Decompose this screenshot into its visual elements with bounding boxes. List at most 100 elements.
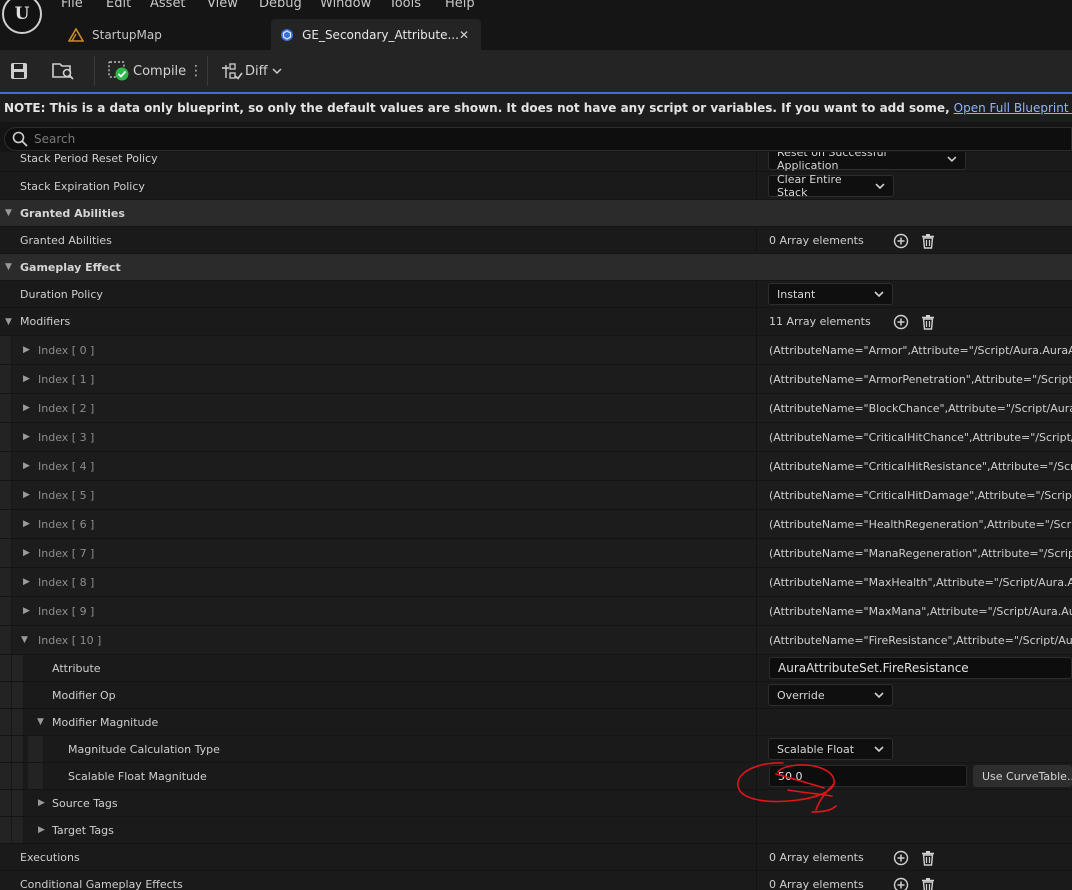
index-label: Index [ 1 ] — [38, 372, 95, 386]
search-input[interactable] — [34, 132, 934, 146]
modifier-index-row[interactable]: ▶ Index [ 4 ] (AttributeName="CriticalHi… — [0, 452, 1072, 481]
chevron-down-icon — [272, 68, 282, 75]
stack-expiration-dropdown[interactable]: Clear Entire Stack — [768, 173, 894, 199]
title-bar: U File Edit Asset View Debug Window Tool… — [0, 0, 1072, 50]
level-icon — [68, 27, 84, 43]
category-granted-abilities[interactable]: ▼ Granted Abilities — [0, 200, 1072, 227]
collapsed-arrow-icon[interactable]: ▶ — [23, 452, 30, 480]
close-icon[interactable]: ✕ — [459, 28, 469, 42]
magnitude-calculation-type-row: Magnitude Calculation Type Scalable Floa… — [0, 736, 1072, 763]
chevron-down-icon — [947, 156, 957, 163]
stack-period-reset-dropdown[interactable]: Reset on Successful Application — [768, 152, 966, 172]
add-element-icon[interactable] — [893, 233, 909, 249]
add-element-icon[interactable] — [893, 850, 909, 866]
target-tags-row: ▶ Target Tags — [0, 817, 1072, 844]
unreal-logo-icon[interactable]: U — [2, 0, 42, 34]
dropdown-value: Reset on Successful Application — [777, 152, 887, 172]
menu-tools[interactable]: Tools — [389, 0, 421, 11]
tab-startup-map[interactable]: StartupMap — [60, 19, 270, 50]
trash-icon[interactable] — [920, 877, 936, 890]
collapsed-arrow-icon[interactable]: ▶ — [23, 423, 30, 451]
index-label: Index [ 9 ] — [38, 604, 95, 618]
property-label: Stack Period Reset Policy — [20, 152, 158, 165]
trash-icon[interactable] — [920, 233, 936, 249]
attribute-row: Attribute AuraAttributeSet.FireResistanc… — [0, 655, 1072, 682]
compile-button[interactable]: Compile — [108, 58, 186, 84]
magnitude-calculation-dropdown[interactable]: Scalable Float — [768, 738, 893, 760]
tab-ge-secondary-attributes[interactable]: GE_Secondary_Attribute... ✕ — [271, 19, 481, 50]
modifier-index-row[interactable]: ▶ Index [ 5 ] (AttributeName="CriticalHi… — [0, 481, 1072, 510]
modifier-index-row[interactable]: ▶ Index [ 2 ] (AttributeName="BlockChanc… — [0, 394, 1072, 423]
modifier-index-row[interactable]: ▶ Index [ 9 ] (AttributeName="MaxMana",A… — [0, 597, 1072, 626]
save-button[interactable] — [10, 58, 28, 84]
index-value: (AttributeName="BlockChance",Attribute="… — [769, 401, 1072, 415]
collapsed-arrow-icon[interactable]: ▶ — [38, 790, 45, 816]
trash-icon[interactable] — [920, 314, 936, 330]
collapsed-arrow-icon[interactable]: ▶ — [23, 510, 30, 538]
modifier-index-row[interactable]: ▶ Index [ 6 ] (AttributeName="HealthRege… — [0, 510, 1072, 539]
trash-icon[interactable] — [920, 850, 936, 866]
compile-icon — [108, 61, 129, 81]
index-label: Index [ 6 ] — [38, 517, 95, 531]
collapsed-arrow-icon[interactable]: ▶ — [23, 597, 30, 625]
collapsed-arrow-icon[interactable]: ▶ — [38, 817, 45, 843]
menu-view[interactable]: View — [207, 0, 238, 11]
modifier-magnitude-row: ▼ Modifier Magnitude — [0, 709, 1072, 736]
modifiers-row: ▼ Modifiers 11 Array elements — [0, 308, 1072, 336]
modifier-op-dropdown[interactable]: Override — [768, 684, 893, 706]
duration-policy-dropdown[interactable]: Instant — [768, 283, 893, 305]
modifier-index-row[interactable]: ▶ Index [ 7 ] (AttributeName="ManaRegene… — [0, 539, 1072, 568]
scalable-float-input[interactable]: 50.0 — [769, 765, 967, 787]
diff-button[interactable]: Diff — [220, 58, 282, 84]
modifier-index-row[interactable]: ▶ Index [ 0 ] (AttributeName="Armor",Att… — [0, 336, 1072, 365]
menu-edit[interactable]: Edit — [106, 0, 131, 11]
menu-window[interactable]: Window — [320, 0, 371, 11]
blueprint-icon — [279, 27, 294, 43]
use-curve-table-button[interactable]: Use CurveTable... — [973, 765, 1072, 787]
index-label: Index [ 4 ] — [38, 459, 95, 473]
index-label: Index [ 3 ] — [38, 430, 95, 444]
menu-help[interactable]: Help — [445, 0, 475, 11]
dropdown-value: Instant — [777, 287, 816, 301]
add-element-icon[interactable] — [893, 877, 909, 890]
property-label: Stack Expiration Policy — [20, 179, 145, 193]
modifier-index-row[interactable]: ▼ Index [ 10 ] (AttributeName="FireResis… — [0, 626, 1072, 655]
collapsed-arrow-icon[interactable]: ▶ — [23, 481, 30, 509]
collapsed-arrow-icon[interactable]: ▶ — [23, 365, 30, 393]
index-value: (AttributeName="CriticalHitChance",Attri… — [769, 430, 1072, 444]
expanded-arrow-icon[interactable]: ▼ — [5, 308, 12, 335]
modifier-op-row: Modifier Op Override — [0, 682, 1072, 709]
modifier-index-row[interactable]: ▶ Index [ 1 ] (AttributeName="ArmorPenet… — [0, 365, 1072, 394]
collapsed-arrow-icon[interactable]: ▶ — [23, 568, 30, 596]
toolbar: Compile ⋮ Diff — [0, 50, 1072, 92]
index-value: (AttributeName="MaxHealth",Attribute="/S… — [769, 575, 1072, 589]
browse-button[interactable] — [52, 58, 76, 84]
collapsed-arrow-icon[interactable]: ▶ — [23, 336, 30, 364]
menu-debug[interactable]: Debug — [259, 0, 302, 11]
attribute-selector[interactable]: AuraAttributeSet.FireResistance — [769, 657, 1072, 679]
collapsed-arrow-icon[interactable]: ▶ — [23, 394, 30, 422]
menu-file[interactable]: File — [61, 0, 83, 11]
modifier-index-row[interactable]: ▶ Index [ 8 ] (AttributeName="MaxHealth"… — [0, 568, 1072, 597]
property-label: Attribute — [52, 661, 101, 675]
compile-options-icon[interactable]: ⋮ — [189, 58, 203, 84]
index-value: (AttributeName="CriticalHitDamage",Attri… — [769, 488, 1072, 502]
category-gameplay-effect[interactable]: ▼ Gameplay Effect — [0, 254, 1072, 281]
search-icon — [12, 131, 28, 147]
add-element-icon[interactable] — [893, 314, 909, 330]
executions-row: Executions 0 Array elements — [0, 844, 1072, 871]
chevron-down-icon — [874, 692, 884, 699]
property-label: Target Tags — [52, 823, 114, 837]
expanded-arrow-icon[interactable]: ▼ — [21, 626, 28, 654]
float-value: 50.0 — [778, 769, 803, 783]
open-full-blueprint-editor-link[interactable]: Open Full Blueprint Editor — [954, 101, 1072, 115]
property-label: Magnitude Calculation Type — [68, 742, 220, 756]
granted-abilities-row: Granted Abilities 0 Array elements — [0, 227, 1072, 254]
collapsed-arrow-icon[interactable]: ▶ — [23, 539, 30, 567]
index-label: Index [ 8 ] — [38, 575, 95, 589]
menu-asset[interactable]: Asset — [150, 0, 186, 11]
property-label: Modifier Op — [52, 688, 116, 702]
modifier-index-row[interactable]: ▶ Index [ 3 ] (AttributeName="CriticalHi… — [0, 423, 1072, 452]
save-icon — [11, 63, 27, 79]
expanded-arrow-icon[interactable]: ▼ — [37, 709, 44, 735]
